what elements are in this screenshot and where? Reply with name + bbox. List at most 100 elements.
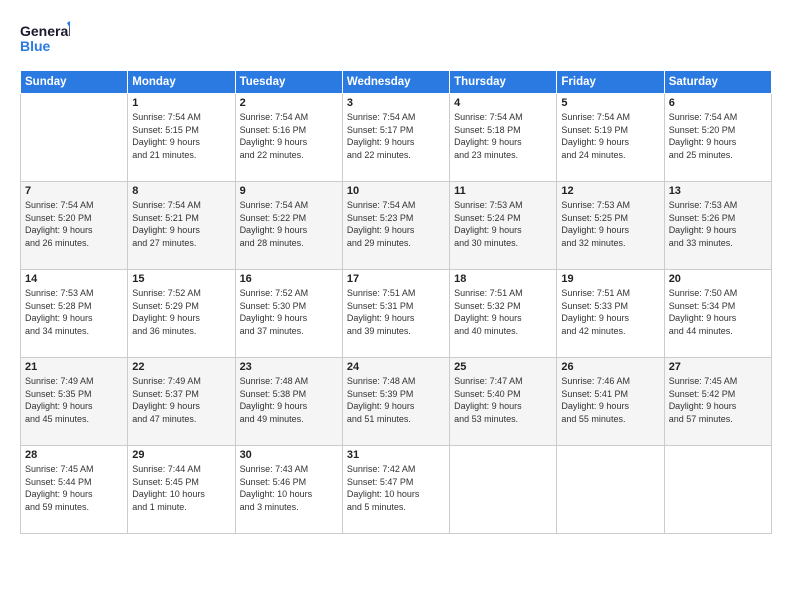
svg-text:General: General — [20, 23, 70, 39]
day-number: 15 — [132, 273, 230, 285]
day-cell: 5 Sunrise: 7:54 AM Sunset: 5:19 PM Daylig… — [557, 94, 664, 182]
week-row-4: 21 Sunrise: 7:49 AM Sunset: 5:35 PM Dayli… — [21, 358, 772, 446]
day-cell: 6 Sunrise: 7:54 AM Sunset: 5:20 PM Daylig… — [664, 94, 771, 182]
day-info: Sunrise: 7:45 AM Sunset: 5:44 PM Dayligh… — [25, 463, 123, 513]
day-number: 25 — [454, 361, 552, 373]
day-number: 18 — [454, 273, 552, 285]
day-cell: 3Sunrise: 7:54 AM Sunset: 5:17 PM Daylig… — [342, 94, 449, 182]
day-cell: 16 Sunrise: 7:52 AM Sunset: 5:30 PM Dayli… — [235, 270, 342, 358]
day-info: Sunrise: 7:51 AM Sunset: 5:33 PM Dayligh… — [561, 287, 659, 337]
day-cell: 9Sunrise: 7:54 AM Sunset: 5:22 PM Daylig… — [235, 182, 342, 270]
day-number: 12 — [561, 185, 659, 197]
week-row-3: 14Sunrise: 7:53 AM Sunset: 5:28 PM Dayli… — [21, 270, 772, 358]
day-cell: 8 Sunrise: 7:54 AM Sunset: 5:21 PM Daylig… — [128, 182, 235, 270]
day-info: Sunrise: 7:54 AM Sunset: 5:19 PM Dayligh… — [561, 111, 659, 161]
header: General Blue — [20, 18, 772, 60]
col-header-thursday: Thursday — [450, 71, 557, 94]
day-number: 6 — [669, 97, 767, 109]
day-info: Sunrise: 7:53 AM Sunset: 5:26 PM Dayligh… — [669, 199, 767, 249]
day-cell: 27Sunrise: 7:45 AM Sunset: 5:42 PM Dayli… — [664, 358, 771, 446]
day-number: 23 — [240, 361, 338, 373]
day-info: Sunrise: 7:54 AM Sunset: 5:16 PM Dayligh… — [240, 111, 338, 161]
day-cell — [21, 94, 128, 182]
day-number: 31 — [347, 449, 445, 461]
day-cell: 23Sunrise: 7:48 AM Sunset: 5:38 PM Dayli… — [235, 358, 342, 446]
day-number: 21 — [25, 361, 123, 373]
day-cell: 22 Sunrise: 7:49 AM Sunset: 5:37 PM Dayli… — [128, 358, 235, 446]
day-info: Sunrise: 7:49 AM Sunset: 5:35 PM Dayligh… — [25, 375, 123, 425]
day-number: 5 — [561, 97, 659, 109]
col-header-friday: Friday — [557, 71, 664, 94]
day-info: Sunrise: 7:43 AM Sunset: 5:46 PM Dayligh… — [240, 463, 338, 513]
day-cell: 7Sunrise: 7:54 AM Sunset: 5:20 PM Daylig… — [21, 182, 128, 270]
day-number: 3 — [347, 97, 445, 109]
day-cell — [664, 446, 771, 534]
day-number: 30 — [240, 449, 338, 461]
logo: General Blue — [20, 18, 70, 60]
day-number: 22 — [132, 361, 230, 373]
day-number: 8 — [132, 185, 230, 197]
day-cell: 30 Sunrise: 7:43 AM Sunset: 5:46 PM Dayli… — [235, 446, 342, 534]
day-cell: 31 Sunrise: 7:42 AM Sunset: 5:47 PM Dayli… — [342, 446, 449, 534]
logo-svg: General Blue — [20, 18, 70, 60]
day-info: Sunrise: 7:50 AM Sunset: 5:34 PM Dayligh… — [669, 287, 767, 337]
day-info: Sunrise: 7:44 AM Sunset: 5:45 PM Dayligh… — [132, 463, 230, 513]
day-number: 7 — [25, 185, 123, 197]
calendar-table: SundayMondayTuesdayWednesdayThursdayFrid… — [20, 70, 772, 534]
day-cell: 14Sunrise: 7:53 AM Sunset: 5:28 PM Dayli… — [21, 270, 128, 358]
day-number: 20 — [669, 273, 767, 285]
day-cell — [557, 446, 664, 534]
day-number: 24 — [347, 361, 445, 373]
col-header-sunday: Sunday — [21, 71, 128, 94]
day-cell: 15 Sunrise: 7:52 AM Sunset: 5:29 PM Dayli… — [128, 270, 235, 358]
day-cell: 20 Sunrise: 7:50 AM Sunset: 5:34 PM Dayli… — [664, 270, 771, 358]
day-number: 27 — [669, 361, 767, 373]
day-cell: 21 Sunrise: 7:49 AM Sunset: 5:35 PM Dayli… — [21, 358, 128, 446]
day-cell: 12 Sunrise: 7:53 AM Sunset: 5:25 PM Dayli… — [557, 182, 664, 270]
day-number: 16 — [240, 273, 338, 285]
day-info: Sunrise: 7:51 AM Sunset: 5:31 PM Dayligh… — [347, 287, 445, 337]
day-info: Sunrise: 7:52 AM Sunset: 5:30 PM Dayligh… — [240, 287, 338, 337]
day-cell: 19 Sunrise: 7:51 AM Sunset: 5:33 PM Dayli… — [557, 270, 664, 358]
week-row-5: 28 Sunrise: 7:45 AM Sunset: 5:44 PM Dayli… — [21, 446, 772, 534]
day-number: 13 — [669, 185, 767, 197]
day-info: Sunrise: 7:46 AM Sunset: 5:41 PM Dayligh… — [561, 375, 659, 425]
day-number: 2 — [240, 97, 338, 109]
day-cell: 29Sunrise: 7:44 AM Sunset: 5:45 PM Dayli… — [128, 446, 235, 534]
day-cell: 1Sunrise: 7:54 AM Sunset: 5:15 PM Daylig… — [128, 94, 235, 182]
day-cell: 10 Sunrise: 7:54 AM Sunset: 5:23 PM Dayli… — [342, 182, 449, 270]
day-info: Sunrise: 7:48 AM Sunset: 5:39 PM Dayligh… — [347, 375, 445, 425]
page: General Blue SundayMondayTuesdayWednesda… — [0, 0, 792, 612]
day-number: 10 — [347, 185, 445, 197]
day-cell: 18Sunrise: 7:51 AM Sunset: 5:32 PM Dayli… — [450, 270, 557, 358]
week-row-1: 1Sunrise: 7:54 AM Sunset: 5:15 PM Daylig… — [21, 94, 772, 182]
col-header-saturday: Saturday — [664, 71, 771, 94]
day-number: 19 — [561, 273, 659, 285]
day-info: Sunrise: 7:54 AM Sunset: 5:21 PM Dayligh… — [132, 199, 230, 249]
day-info: Sunrise: 7:54 AM Sunset: 5:23 PM Dayligh… — [347, 199, 445, 249]
day-number: 9 — [240, 185, 338, 197]
col-header-wednesday: Wednesday — [342, 71, 449, 94]
day-cell: 17 Sunrise: 7:51 AM Sunset: 5:31 PM Dayli… — [342, 270, 449, 358]
day-info: Sunrise: 7:54 AM Sunset: 5:15 PM Dayligh… — [132, 111, 230, 161]
day-info: Sunrise: 7:53 AM Sunset: 5:25 PM Dayligh… — [561, 199, 659, 249]
day-info: Sunrise: 7:54 AM Sunset: 5:20 PM Dayligh… — [669, 111, 767, 161]
day-cell: 28 Sunrise: 7:45 AM Sunset: 5:44 PM Dayli… — [21, 446, 128, 534]
svg-text:Blue: Blue — [20, 38, 51, 54]
day-info: Sunrise: 7:53 AM Sunset: 5:24 PM Dayligh… — [454, 199, 552, 249]
day-info: Sunrise: 7:54 AM Sunset: 5:18 PM Dayligh… — [454, 111, 552, 161]
day-cell: 2 Sunrise: 7:54 AM Sunset: 5:16 PM Daylig… — [235, 94, 342, 182]
day-number: 17 — [347, 273, 445, 285]
day-info: Sunrise: 7:52 AM Sunset: 5:29 PM Dayligh… — [132, 287, 230, 337]
day-number: 28 — [25, 449, 123, 461]
day-cell: 24 Sunrise: 7:48 AM Sunset: 5:39 PM Dayli… — [342, 358, 449, 446]
day-cell: 4 Sunrise: 7:54 AM Sunset: 5:18 PM Daylig… — [450, 94, 557, 182]
day-cell: 11 Sunrise: 7:53 AM Sunset: 5:24 PM Dayli… — [450, 182, 557, 270]
day-number: 11 — [454, 185, 552, 197]
day-number: 14 — [25, 273, 123, 285]
day-cell: 25Sunrise: 7:47 AM Sunset: 5:40 PM Dayli… — [450, 358, 557, 446]
day-cell: 26Sunrise: 7:46 AM Sunset: 5:41 PM Dayli… — [557, 358, 664, 446]
day-info: Sunrise: 7:42 AM Sunset: 5:47 PM Dayligh… — [347, 463, 445, 513]
day-info: Sunrise: 7:49 AM Sunset: 5:37 PM Dayligh… — [132, 375, 230, 425]
day-number: 4 — [454, 97, 552, 109]
